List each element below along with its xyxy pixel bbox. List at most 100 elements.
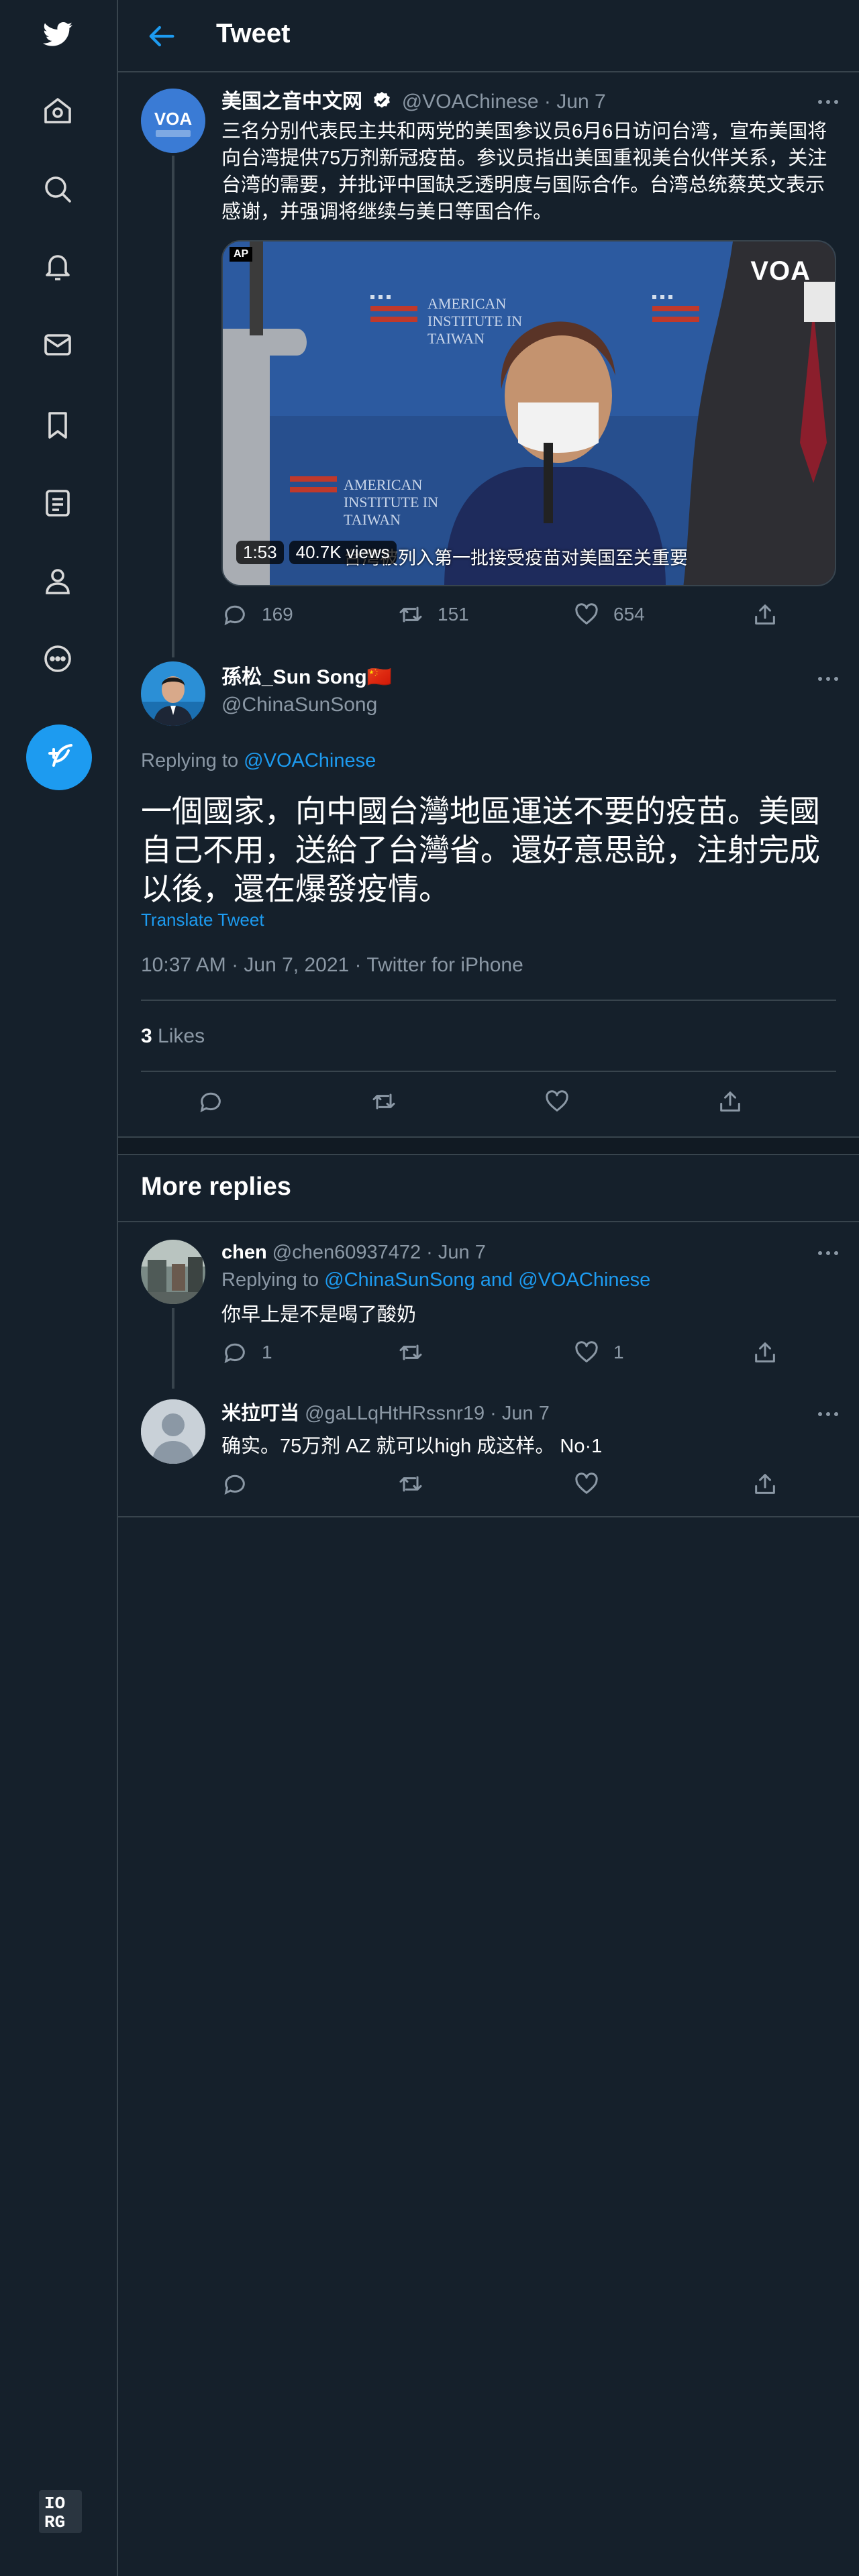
page-title: Tweet (216, 19, 291, 48)
divider (118, 1154, 859, 1155)
likes-summary[interactable]: 3 Likes (141, 1025, 205, 1048)
video-corner-tag: AP (230, 247, 253, 262)
separator-dot: · (426, 1242, 433, 1263)
separator-dot: · (490, 1403, 497, 1424)
video-thumbnail: AMERICAN INSTITUTE IN TAIWAN AMERICAN IN… (223, 241, 835, 585)
tweet-time[interactable]: Jun 7 (556, 91, 605, 113)
svg-text:INSTITUTE IN: INSTITUTE IN (344, 494, 438, 511)
retweet-count: 151 (438, 604, 469, 625)
reply-count: 169 (262, 604, 293, 625)
like-button[interactable]: 654 (573, 601, 645, 628)
divider (141, 1071, 836, 1072)
more-circle-icon[interactable] (36, 637, 79, 680)
footer-logo: IO RG (39, 2490, 82, 2533)
retweet-button[interactable]: 151 (397, 601, 469, 628)
author-handle[interactable]: @VOAChinese (402, 91, 539, 113)
svg-text:AMERICAN: AMERICAN (344, 476, 422, 493)
flag-emoji: 🇨🇳 (366, 666, 393, 688)
replying-to: Replying to @VOAChinese (141, 750, 376, 772)
avatar[interactable] (141, 1399, 205, 1464)
replying-to-link[interactable]: @ChinaSunSong and @VOAChinese (324, 1269, 650, 1291)
search-icon[interactable] (36, 168, 79, 211)
share-button[interactable] (752, 601, 778, 628)
compose-tweet-button[interactable] (26, 724, 92, 790)
back-arrow-icon[interactable] (144, 19, 179, 54)
share-icon (755, 1342, 775, 1362)
tweet-header: 美国之音中文网 @VOAChinese · Jun 7 (221, 89, 606, 118)
reply-time[interactable]: Jun 7 (438, 1242, 486, 1263)
reply-button[interactable] (221, 1470, 262, 1497)
thread-line (172, 1308, 174, 1389)
divider (141, 1000, 836, 1001)
author-name[interactable]: 美国之音中文网 (221, 91, 362, 113)
reply-time[interactable]: Jun 7 (502, 1403, 550, 1424)
twitter-logo-icon[interactable] (36, 13, 79, 56)
svg-text:VOA: VOA (154, 109, 193, 129)
share-icon (720, 1091, 740, 1112)
tweet-text: 三名分别代表民主共和两党的美国参议员6月6日访问台湾，宣布美国将向台湾提供75万… (221, 121, 827, 223)
list-icon[interactable] (36, 482, 79, 525)
more-replies-title: More replies (141, 1173, 291, 1201)
replying-to-link[interactable]: @VOAChinese (244, 750, 376, 771)
share-button[interactable] (752, 1339, 778, 1366)
likes-count: 3 (141, 1025, 152, 1047)
video-badges: 1:53 40.7K views (236, 541, 397, 564)
like-button[interactable] (544, 1088, 570, 1115)
svg-text:TAIWAN: TAIWAN (344, 511, 401, 528)
share-icon (755, 604, 775, 625)
reply-button[interactable] (197, 1088, 224, 1115)
thread-line (172, 156, 174, 657)
reply-button[interactable]: 169 (221, 601, 293, 628)
avatar[interactable] (141, 1240, 205, 1304)
main-column: Tweet VOA 美国之音中文网 @VOAChinese · Jun 7 三名… (118, 0, 859, 2576)
divider (118, 1516, 859, 1517)
share-button[interactable] (752, 1470, 778, 1497)
author-name[interactable]: 孫松_Sun Song (221, 666, 367, 688)
reply-button[interactable]: 1 (221, 1339, 272, 1366)
author-handle[interactable]: @ChinaSunSong (221, 694, 377, 716)
like-button[interactable] (573, 1470, 613, 1497)
like-button[interactable]: 1 (573, 1339, 624, 1366)
more-options-icon[interactable] (815, 95, 842, 109)
avatar[interactable]: VOA (141, 89, 205, 153)
banner-line-3: TAIWAN (427, 330, 485, 347)
reply-text: 确实。75万剂 AZ 就可以high 成这样。 No·1 (221, 1436, 603, 1457)
video-player[interactable]: AMERICAN INSTITUTE IN TAIWAN AMERICAN IN… (221, 240, 836, 586)
more-options-icon[interactable] (815, 1407, 842, 1421)
reply-icon (224, 1474, 245, 1495)
separator-dot: · (544, 91, 551, 113)
heart-icon (575, 1472, 598, 1494)
bell-icon[interactable] (36, 246, 79, 288)
video-watermark: VOA (750, 256, 811, 286)
replying-prefix: Replying to (221, 1269, 319, 1291)
author-name[interactable]: chen (221, 1242, 267, 1263)
page-header: Tweet (118, 0, 859, 72)
author-handle[interactable]: @gaLLqHtHRssnr19 (305, 1403, 485, 1424)
retweet-button[interactable] (397, 1339, 438, 1366)
divider (118, 1221, 859, 1222)
author-handle[interactable]: @chen60937472 (272, 1242, 421, 1263)
retweet-button[interactable] (397, 1470, 438, 1497)
share-button[interactable] (717, 1088, 744, 1115)
reply-icon (224, 605, 245, 626)
retweet-button[interactable] (370, 1088, 397, 1115)
verified-badge-icon (372, 91, 392, 118)
reply-header: chen @chen60937472 · Jun 7 (221, 1240, 486, 1265)
mail-icon[interactable] (36, 323, 79, 366)
bookmark-icon[interactable] (36, 404, 79, 447)
replying-to: Replying to @ChinaSunSong and @VOAChines… (221, 1269, 650, 1291)
reply-header: 米拉叮当 @gaLLqHtHRssnr19 · Jun 7 (221, 1401, 550, 1426)
avatar[interactable] (141, 661, 205, 726)
tweet-timestamp[interactable]: 10:37 AM · Jun 7, 2021 · Twitter for iPh… (141, 954, 523, 977)
more-options-icon[interactable] (815, 1246, 842, 1260)
home-icon[interactable] (36, 90, 79, 133)
feather-plus-icon (48, 744, 72, 767)
more-options-icon[interactable] (815, 672, 842, 686)
profile-icon[interactable] (36, 559, 79, 602)
reply-icon (224, 1343, 245, 1364)
author-name[interactable]: 米拉叮当 (221, 1403, 299, 1424)
reply-count: 1 (262, 1342, 272, 1362)
retweet-icon (399, 606, 422, 623)
like-count: 654 (613, 604, 645, 625)
translate-tweet-link[interactable]: Translate Tweet (141, 910, 264, 930)
